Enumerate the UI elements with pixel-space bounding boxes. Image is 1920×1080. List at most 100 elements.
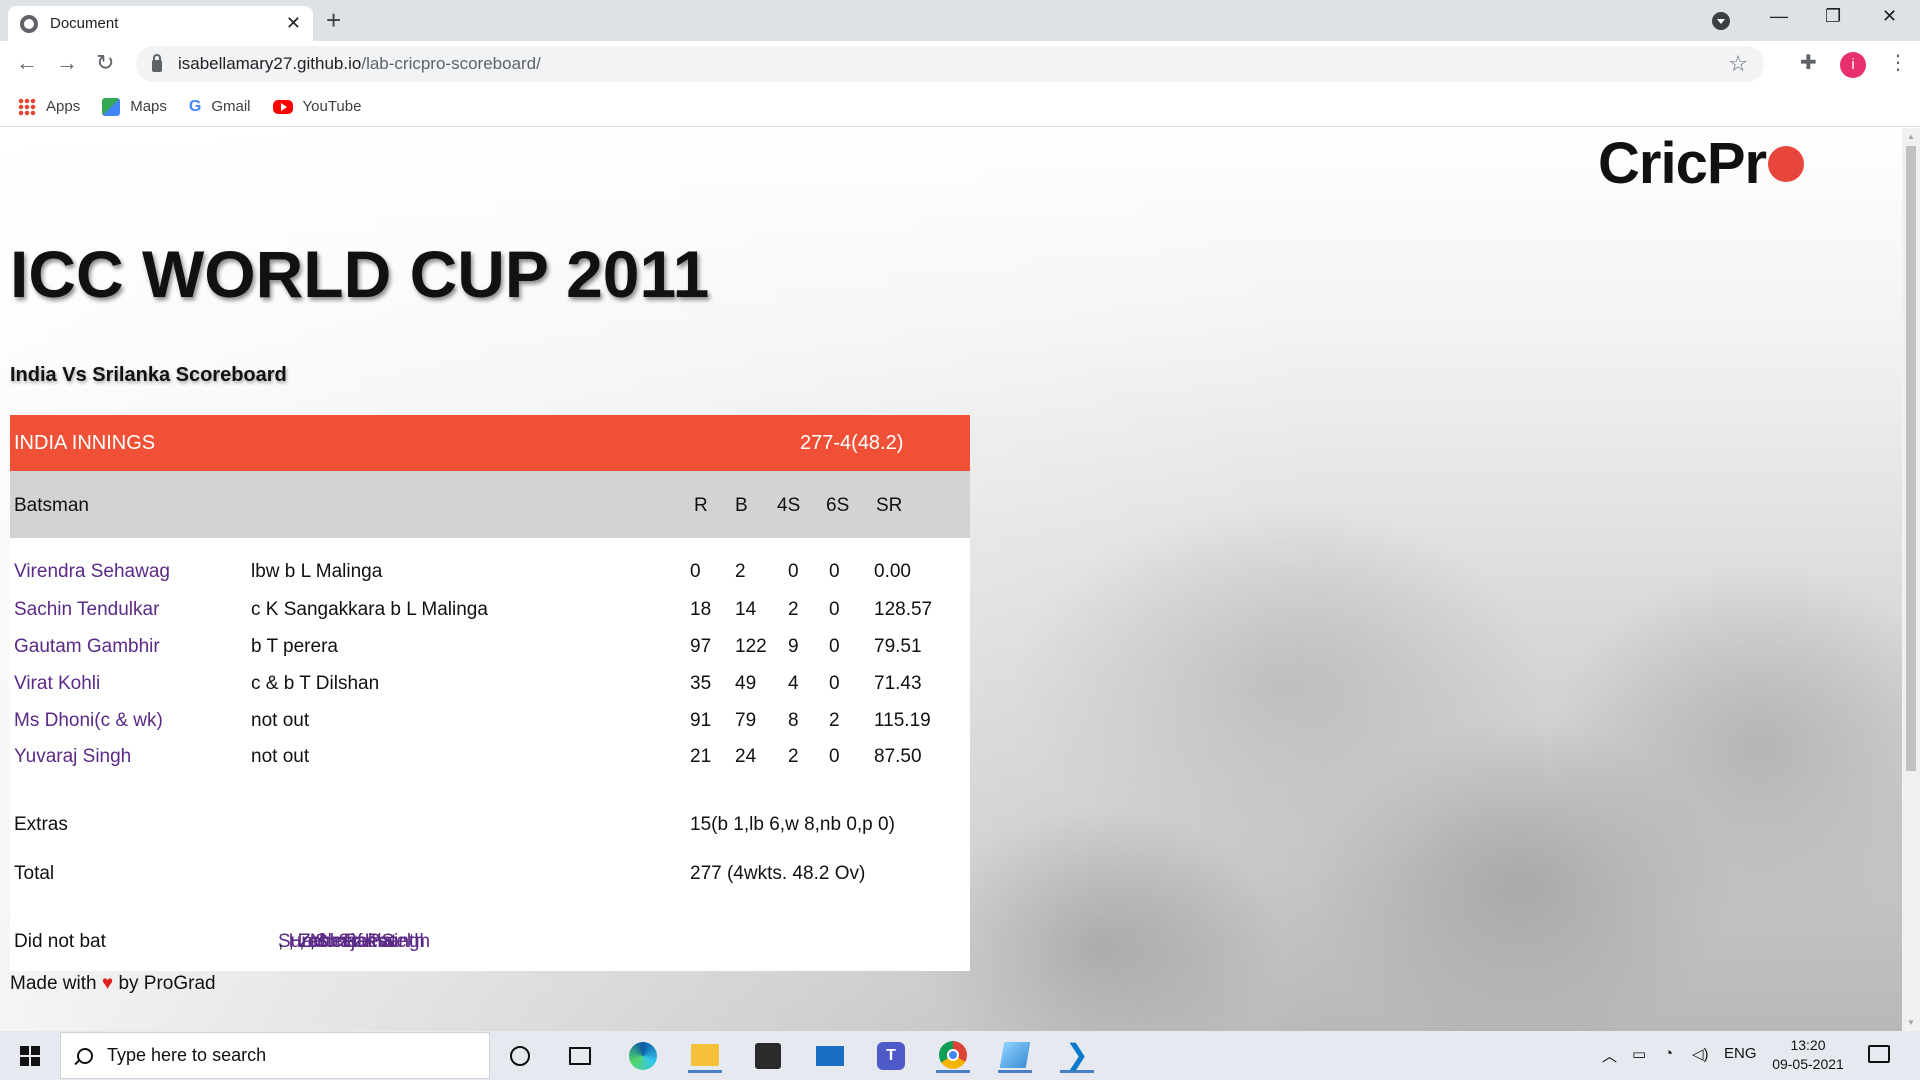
balls: 14 bbox=[735, 599, 757, 620]
scroll-down-arrow-icon[interactable]: ▼ bbox=[1907, 1018, 1915, 1027]
fours: 2 bbox=[788, 746, 799, 767]
batsman-row: Ms Dhoni(c & wk) not out 91 79 8 2 115.1… bbox=[10, 710, 970, 742]
fours: 0 bbox=[788, 561, 799, 582]
col-strike-rate: SR bbox=[876, 495, 903, 516]
fours: 2 bbox=[788, 599, 799, 620]
bookmark-youtube[interactable]: YouTube bbox=[272, 98, 361, 115]
dismissal: b T perera bbox=[251, 636, 338, 657]
address-bar[interactable]: isabellamary27.github.io/lab-cricpro-sco… bbox=[136, 46, 1764, 82]
runs: 35 bbox=[690, 673, 712, 694]
back-arrow-icon[interactable]: ← bbox=[16, 50, 38, 76]
runs: 91 bbox=[690, 710, 712, 731]
chrome-taskbar-button[interactable] bbox=[936, 1039, 970, 1073]
restore-button[interactable]: ❐ bbox=[1825, 6, 1841, 27]
tab-search-icon[interactable] bbox=[1712, 12, 1730, 30]
batsman-name-link[interactable]: Virat Kohli bbox=[14, 673, 100, 695]
notepad-taskbar-button[interactable] bbox=[998, 1039, 1032, 1073]
vscode-taskbar-button[interactable]: ❯ bbox=[1060, 1039, 1094, 1073]
chrome-icon bbox=[939, 1040, 967, 1069]
youtube-icon bbox=[272, 99, 293, 114]
taskbar-clock[interactable]: 13:20 09-05-2021 bbox=[1768, 1036, 1848, 1074]
runs: 18 bbox=[690, 599, 712, 620]
mail-taskbar-button[interactable] bbox=[813, 1039, 847, 1073]
strike-rate: 115.19 bbox=[874, 710, 931, 731]
language-indicator[interactable]: ENG bbox=[1724, 1045, 1757, 1062]
minimize-button[interactable]: — bbox=[1770, 6, 1788, 27]
mail-envelope-icon bbox=[816, 1046, 844, 1066]
globe-icon bbox=[20, 14, 38, 33]
extras-value: 15(b 1,lb 6,w 8,nb 0,p 0) bbox=[690, 814, 895, 835]
batsman-name-link[interactable]: Sachin Tendulkar bbox=[14, 599, 159, 621]
page-scrollbar[interactable]: ▲ ▼ bbox=[1902, 128, 1920, 1031]
tab-close-icon[interactable]: ✕ bbox=[286, 13, 301, 34]
sixes: 0 bbox=[829, 636, 840, 657]
volume-icon[interactable]: ◁) bbox=[1692, 1045, 1709, 1063]
player-link[interactable]: S. Sreesanth bbox=[315, 931, 425, 953]
show-hidden-icons-chevron-icon[interactable]: ︿ bbox=[1602, 1045, 1617, 1066]
batsman-row: Virendra Sehawag lbw b L Malinga 0 2 0 0… bbox=[10, 561, 970, 593]
bookmark-apps[interactable]: Apps bbox=[18, 97, 80, 116]
sixes: 0 bbox=[829, 673, 840, 694]
innings-score: 277-4(48.2) bbox=[800, 432, 904, 454]
heart-icon: ♥ bbox=[101, 973, 114, 994]
batsman-name-link[interactable]: Yuvaraj Singh bbox=[14, 746, 131, 768]
search-icon bbox=[77, 1047, 93, 1064]
url-text[interactable]: isabellamary27.github.io/lab-cricpro-sco… bbox=[178, 54, 541, 74]
sixes: 0 bbox=[829, 746, 840, 767]
maps-icon bbox=[102, 97, 121, 116]
bookmark-star-icon[interactable]: ☆ bbox=[1728, 51, 1748, 77]
runs: 97 bbox=[690, 636, 712, 657]
strike-rate: 128.57 bbox=[874, 599, 933, 620]
innings-label: INDIA INNINGS bbox=[14, 432, 156, 454]
cortana-circle-icon bbox=[510, 1046, 530, 1066]
edge-browser-icon bbox=[629, 1042, 657, 1070]
task-view-button[interactable] bbox=[563, 1039, 597, 1073]
battery-icon[interactable]: ▭ bbox=[1632, 1045, 1646, 1063]
new-tab-button[interactable]: + bbox=[326, 7, 341, 33]
browser-tab[interactable]: Document ✕ bbox=[8, 6, 313, 41]
column-header-row: Batsman R B 4S 6S SR bbox=[10, 471, 970, 538]
browser-menu-icon[interactable]: ⋮ bbox=[1888, 50, 1908, 75]
lock-icon[interactable] bbox=[152, 54, 162, 72]
scroll-up-arrow-icon[interactable]: ▲ bbox=[1907, 132, 1915, 141]
fours: 4 bbox=[788, 673, 799, 694]
strike-rate: 71.43 bbox=[874, 673, 922, 694]
teams-taskbar-button[interactable]: T bbox=[874, 1039, 908, 1073]
edge-taskbar-button[interactable] bbox=[626, 1039, 660, 1073]
taskbar-search-box[interactable]: Type here to search bbox=[60, 1032, 490, 1079]
col-runs: R bbox=[694, 495, 708, 516]
windows-start-icon[interactable] bbox=[20, 1046, 40, 1066]
forward-arrow-icon[interactable]: → bbox=[56, 50, 78, 76]
fours: 9 bbox=[788, 636, 799, 657]
reload-icon[interactable]: ↻ bbox=[96, 50, 114, 76]
notification-icon[interactable] bbox=[1868, 1045, 1890, 1063]
store-taskbar-button[interactable] bbox=[751, 1039, 785, 1073]
dismissal: not out bbox=[251, 710, 310, 731]
cortana-button[interactable] bbox=[503, 1039, 537, 1073]
apps-grid-icon bbox=[18, 97, 36, 116]
batsman-name-link[interactable]: Gautam Gambhir bbox=[14, 636, 160, 658]
vscode-icon: ❯ bbox=[1065, 1038, 1089, 1070]
task-view-icon bbox=[569, 1047, 591, 1065]
profile-avatar[interactable]: i bbox=[1840, 52, 1866, 78]
bookmark-maps[interactable]: Maps bbox=[102, 97, 167, 116]
close-window-button[interactable]: ✕ bbox=[1882, 6, 1897, 27]
total-value: 277 (4wkts. 48.2 Ov) bbox=[690, 863, 866, 884]
scrollbar-thumb[interactable] bbox=[1906, 146, 1916, 771]
strike-rate: 79.51 bbox=[874, 636, 922, 657]
wifi-icon[interactable]: ◔ bbox=[1664, 1045, 1673, 1062]
did-not-bat-label: Did not bat bbox=[14, 931, 106, 952]
batsman-name-link[interactable]: Virendra Sehawag bbox=[14, 561, 170, 583]
batsman-name-link[interactable]: Ms Dhoni(c & wk) bbox=[14, 710, 163, 732]
sixes: 2 bbox=[829, 710, 840, 731]
batsman-row: Yuvaraj Singh not out 21 24 2 0 87.50 bbox=[10, 746, 970, 778]
fours: 8 bbox=[788, 710, 799, 731]
bookmark-gmail[interactable]: G Gmail bbox=[189, 98, 251, 116]
file-explorer-taskbar-button[interactable] bbox=[688, 1039, 722, 1073]
extensions-puzzle-icon[interactable]: ✚ bbox=[1800, 50, 1817, 75]
col-batsman: Batsman bbox=[14, 495, 89, 516]
browser-tab-strip: Document ✕ + — ❐ ✕ bbox=[0, 0, 1920, 41]
col-fours: 4S bbox=[777, 495, 801, 516]
strike-rate: 87.50 bbox=[874, 746, 922, 767]
page-subtitle: India Vs Srilanka Scoreboard bbox=[10, 364, 287, 386]
